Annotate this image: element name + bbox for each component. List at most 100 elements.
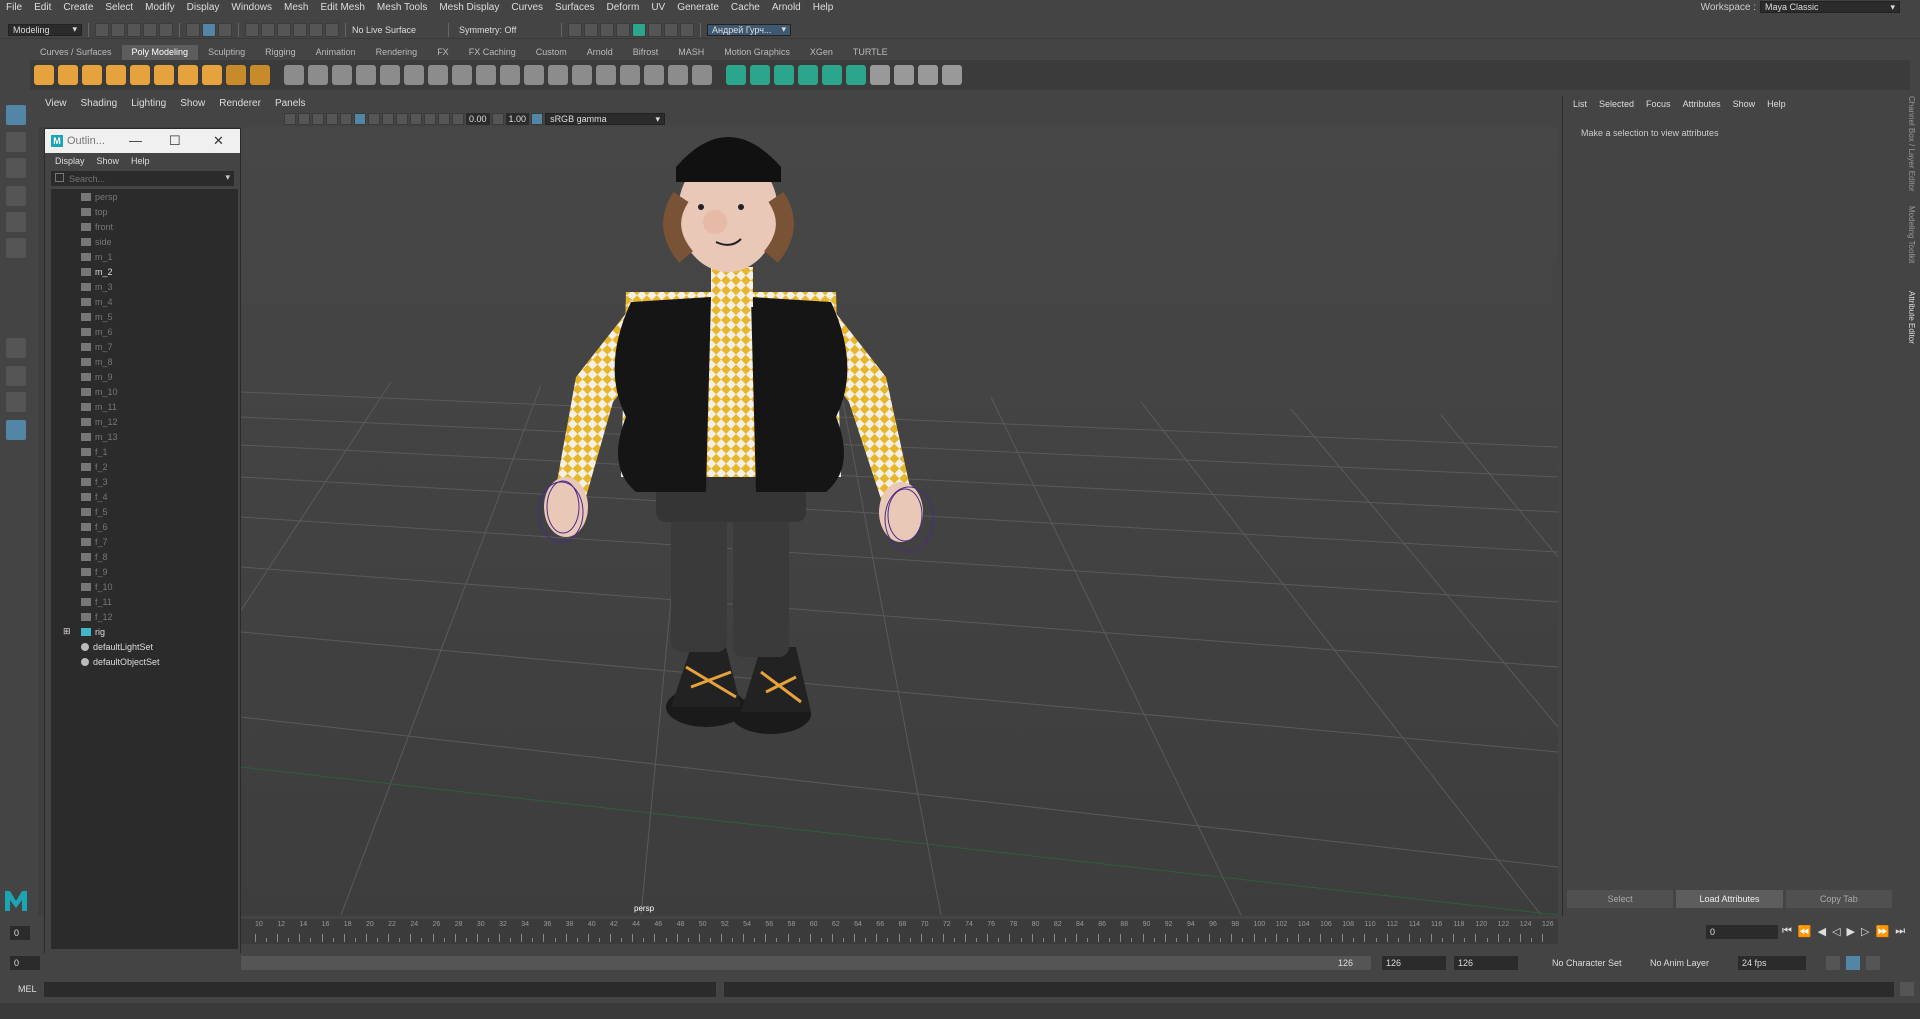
attr-menu-show[interactable]: Show — [1727, 99, 1762, 109]
character-set-selector[interactable]: No Character Set — [1548, 956, 1634, 970]
time-slider[interactable]: 10 12 14 16 18 20 22 24 26 28 30 32 34 36 38 40 42 44 46 48… — [241, 919, 1558, 944]
live-surface-label[interactable]: No Live Surface — [352, 25, 442, 35]
pause-icon[interactable] — [680, 22, 694, 37]
menu-cache[interactable]: Cache — [725, 2, 766, 13]
anim-end-field[interactable]: 126 — [1454, 956, 1518, 970]
outliner-item-m_8[interactable]: m_8 — [51, 354, 233, 369]
minimize-icon[interactable]: — — [129, 133, 142, 148]
bevel-icon[interactable] — [572, 65, 592, 85]
fps-selector[interactable]: 24 fps — [1738, 956, 1806, 970]
user-account-button[interactable]: Андрей Гурч... ▾ — [707, 23, 791, 36]
scale-tool-icon[interactable] — [6, 238, 26, 258]
render-settings-icon[interactable] — [616, 22, 630, 37]
shelf-tab-bifrost[interactable]: Bifrost — [623, 45, 669, 60]
extract-icon[interactable] — [356, 65, 376, 85]
load-attributes-button[interactable]: Load Attributes — [1676, 890, 1783, 908]
connect-icon[interactable] — [726, 65, 746, 85]
transfer-attributes-icon[interactable] — [894, 65, 914, 85]
step-forward-key-icon[interactable]: ⏩ — [1875, 925, 1889, 938]
outliner-item-f_2[interactable]: f_2 — [51, 459, 233, 474]
redo-icon[interactable] — [159, 22, 173, 37]
chevron-down-icon[interactable]: ▾ — [225, 172, 230, 183]
go-to-end-icon[interactable]: ⏭ — [1895, 925, 1905, 938]
go-to-start-icon[interactable]: ⏮ — [1782, 925, 1792, 938]
shelf-tab-rigging[interactable]: Rigging — [255, 45, 306, 60]
select-object-icon[interactable] — [202, 22, 216, 37]
boolean-icon[interactable] — [380, 65, 400, 85]
gamma-field[interactable]: 1.00 — [505, 113, 530, 125]
select-tool-icon[interactable] — [6, 105, 26, 125]
outliner-item-rig[interactable]: ⊞ rig — [51, 624, 233, 639]
shelf-tab-custom[interactable]: Custom — [526, 45, 577, 60]
select-button[interactable]: Select — [1567, 890, 1674, 908]
outliner-item-f_10[interactable]: f_10 — [51, 579, 233, 594]
reduce-icon[interactable] — [428, 65, 448, 85]
mel-label[interactable]: MEL — [18, 984, 37, 994]
single-perspective-layout-icon[interactable] — [6, 338, 26, 358]
current-frame-field[interactable]: 0 — [1706, 925, 1778, 939]
menu-mesh-display[interactable]: Mesh Display — [433, 2, 505, 13]
outliner-item-persp[interactable]: persp — [51, 189, 233, 204]
viewport-menu-shading[interactable]: Shading — [74, 98, 125, 109]
auto-uv-icon[interactable] — [798, 65, 818, 85]
viewport-menu-show[interactable]: Show — [173, 98, 212, 109]
outliner-menu-help[interactable]: Help — [125, 156, 156, 166]
wireframe-icon[interactable] — [354, 113, 366, 125]
multi-cut-icon[interactable] — [668, 65, 688, 85]
shadows-icon[interactable] — [410, 113, 422, 125]
outliner-item-f_1[interactable]: f_1 — [51, 444, 233, 459]
outliner-item-m_9[interactable]: m_9 — [51, 369, 233, 384]
script-editor-icon[interactable] — [1900, 982, 1914, 996]
viewport-menu-view[interactable]: View — [38, 98, 74, 109]
snap-magnet-icon[interactable] — [325, 22, 339, 37]
close-icon[interactable]: ✕ — [213, 133, 224, 149]
outliner-item-m_5[interactable]: m_5 — [51, 309, 233, 324]
lasso-tool-icon[interactable] — [6, 132, 26, 152]
outliner-item-f_8[interactable]: f_8 — [51, 549, 233, 564]
shelf-tab-sculpting[interactable]: Sculpting — [198, 45, 255, 60]
outliner-item-m_10[interactable]: m_10 — [51, 384, 233, 399]
outliner-item-f_4[interactable]: f_4 — [51, 489, 233, 504]
snap-live-icon[interactable] — [309, 22, 323, 37]
select-component-icon[interactable] — [218, 22, 232, 37]
side-tab-channel-box-layer-editor[interactable]: Channel Box / Layer Editor — [1907, 96, 1916, 192]
color-space-selector[interactable]: sRGB gamma ▾ — [545, 113, 666, 125]
outliner-item-m_4[interactable]: m_4 — [51, 294, 233, 309]
menu-display[interactable]: Display — [181, 2, 226, 13]
outliner-item-f_9[interactable]: f_9 — [51, 564, 233, 579]
menu-surfaces[interactable]: Surfaces — [549, 2, 600, 13]
attr-menu-selected[interactable]: Selected — [1593, 99, 1640, 109]
search-input[interactable] — [69, 173, 209, 184]
new-scene-icon[interactable] — [95, 22, 109, 37]
copy-tab-button[interactable]: Copy Tab — [1785, 890, 1892, 908]
attr-menu-list[interactable]: List — [1567, 99, 1593, 109]
play-backwards-icon[interactable]: ◁ — [1832, 925, 1840, 938]
outliner-item-f_6[interactable]: f_6 — [51, 519, 233, 534]
shelf-tab-curves-surfaces[interactable]: Curves / Surfaces — [30, 45, 122, 60]
outliner-item-m_1[interactable]: m_1 — [51, 249, 233, 264]
undo-icon[interactable] — [143, 22, 157, 37]
viewport-menu-lighting[interactable]: Lighting — [124, 98, 173, 109]
range-start-field[interactable]: 0 — [10, 956, 40, 970]
torus-icon[interactable] — [130, 65, 150, 85]
outliner-title-bar[interactable]: M Outlin... — ☐ ✕ — [45, 129, 240, 153]
viewport-menu-panels[interactable]: Panels — [268, 98, 313, 109]
append-icon[interactable] — [500, 65, 520, 85]
four-view-layout-icon[interactable] — [6, 366, 26, 386]
shelf-tab-motion-graphics[interactable]: Motion Graphics — [714, 45, 800, 60]
plane-icon[interactable] — [154, 65, 174, 85]
shelf-tab-fx-caching[interactable]: FX Caching — [459, 45, 526, 60]
snap-curve-icon[interactable] — [261, 22, 275, 37]
camera-attributes-icon[interactable] — [284, 113, 296, 125]
cone-icon[interactable] — [106, 65, 126, 85]
outliner-item-f_5[interactable]: f_5 — [51, 504, 233, 519]
menu-modify[interactable]: Modify — [139, 2, 180, 13]
separate-icon[interactable] — [332, 65, 352, 85]
auto-key-icon[interactable] — [1846, 956, 1860, 970]
type-icon[interactable] — [226, 65, 246, 85]
gamma-icon[interactable] — [491, 113, 504, 125]
loop-icon[interactable] — [1826, 956, 1840, 970]
viewport-menu-renderer[interactable]: Renderer — [212, 98, 268, 109]
menu-curves[interactable]: Curves — [505, 2, 549, 13]
arnold-render-icon[interactable] — [664, 22, 678, 37]
